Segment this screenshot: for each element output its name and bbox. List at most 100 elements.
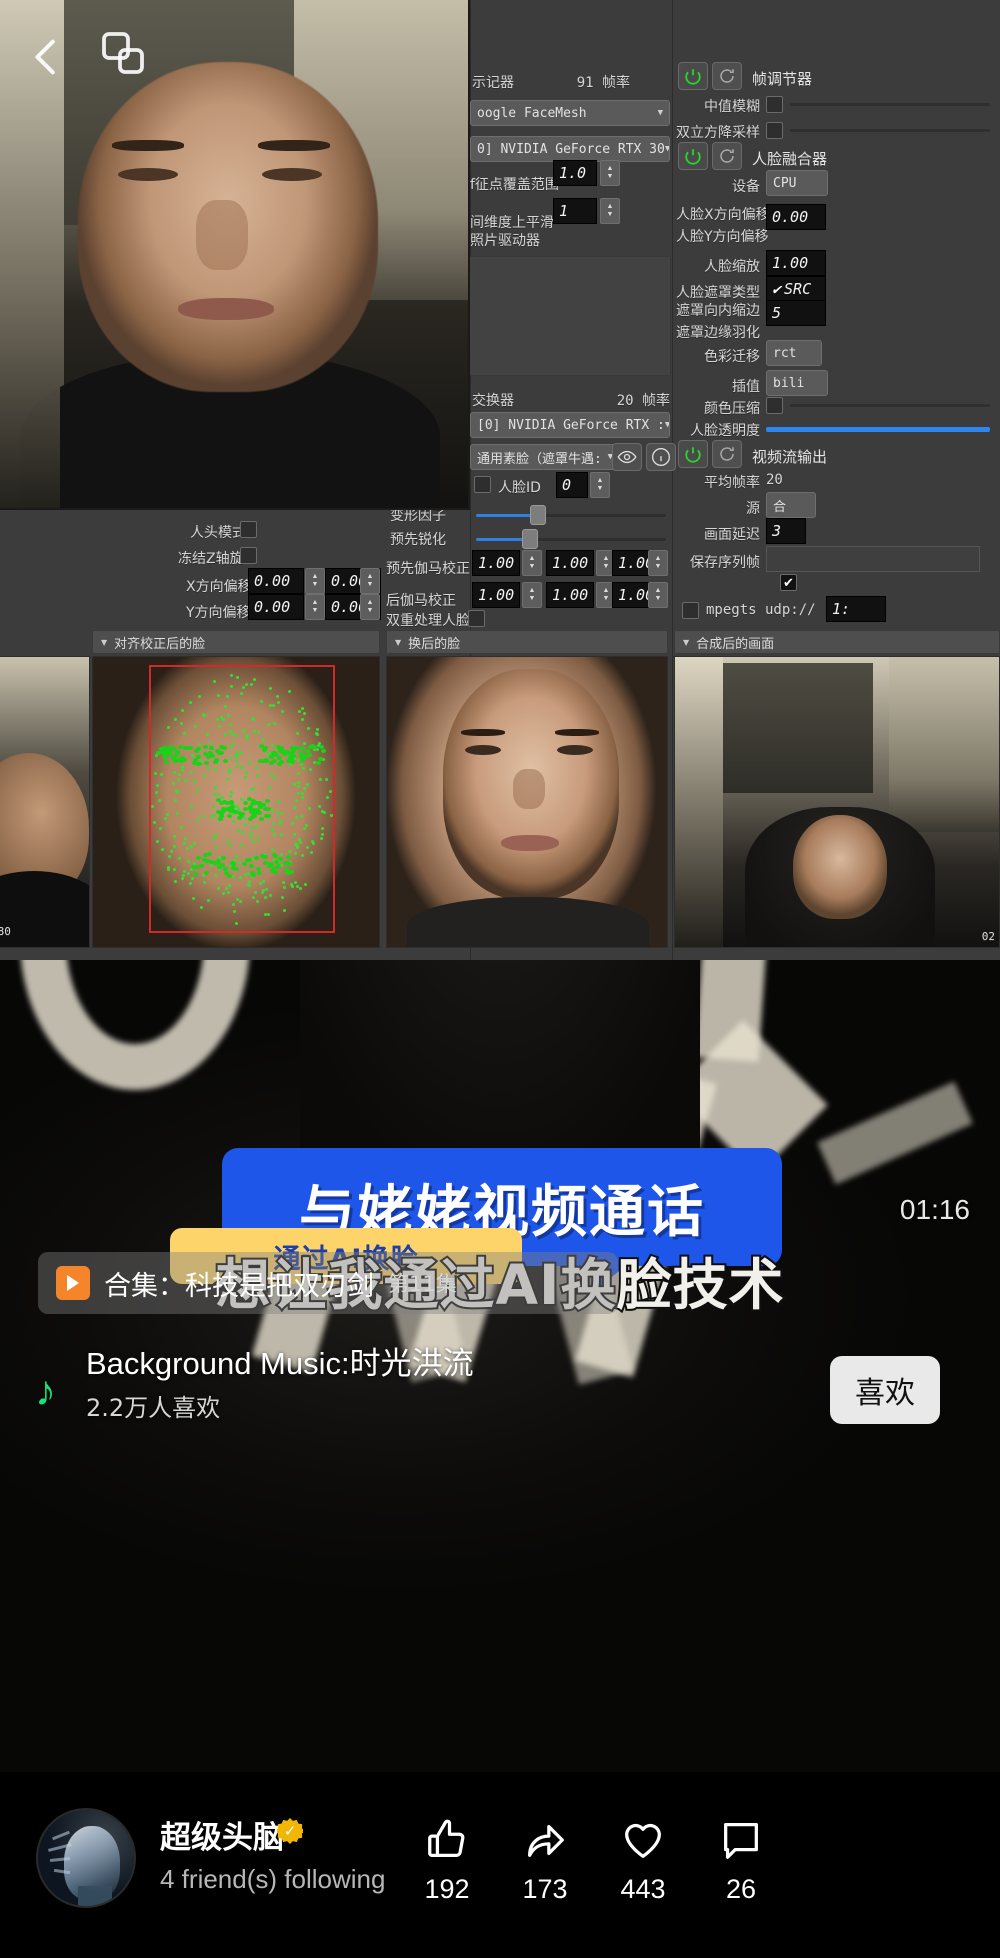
offset-y-value[interactable]: 0.00 <box>248 594 304 620</box>
face-x-offset-label: 人脸X方向偏移 <box>676 204 770 224</box>
source-combo[interactable]: 合 <box>766 492 816 518</box>
frame-adjuster-title: 帧调节器 <box>752 68 812 89</box>
face-opacity-slider[interactable] <box>766 427 990 432</box>
offset-y-spin-2[interactable]: ▲ ▼ <box>360 594 380 620</box>
eye-icon[interactable] <box>612 443 642 471</box>
mpegts-checkbox[interactable] <box>682 602 699 619</box>
music-info[interactable]: ♪ Background Music:时光洪流 2.2万人喜欢 <box>30 1332 970 1442</box>
morph-factor-knob[interactable] <box>530 505 546 525</box>
pre-gamma-g[interactable]: 1.00 <box>546 550 594 576</box>
pre-gamma-b-spin[interactable]: ▲ ▼ <box>648 550 668 576</box>
author-name[interactable]: 超级头脑 <box>160 1812 284 1857</box>
save-sequence-path[interactable] <box>766 546 980 572</box>
bicubic-label: 双立方降采样 <box>664 122 760 142</box>
favorite-count: 443 <box>588 1874 698 1905</box>
info-icon[interactable] <box>646 443 676 471</box>
swapper-device-combo[interactable]: [0] NVIDIA GeForce RTX : ▼ <box>470 412 670 438</box>
interpolation-combo[interactable]: bili <box>766 370 828 396</box>
color-compress-checkbox[interactable] <box>766 397 783 414</box>
like-action[interactable]: 192 <box>392 1812 502 1905</box>
post-gamma-label: 后伽马校正 <box>386 590 456 610</box>
aligned-face-preview[interactable] <box>92 656 380 948</box>
merger-device-combo[interactable]: CPU <box>766 170 828 196</box>
median-blur-slider[interactable] <box>790 103 990 106</box>
frame-adjuster-reset-icon[interactable] <box>712 62 742 90</box>
post-gamma-r[interactable]: 1.00 <box>472 582 520 608</box>
faceid-label: 人脸ID <box>498 477 541 497</box>
comment-action[interactable]: 26 <box>686 1812 796 1905</box>
avg-fps-value: 20 <box>766 472 783 488</box>
median-blur-label: 中值模糊 <box>676 96 760 116</box>
face-scale-value[interactable]: 1.00 <box>766 250 826 276</box>
offset-x-spin-2[interactable]: ▲ ▼ <box>360 568 380 594</box>
mask-type-value[interactable]: ✔ SRC <box>766 276 826 302</box>
color-transfer-label: 色彩迁移 <box>676 346 760 366</box>
face-merger-reset-icon[interactable] <box>712 142 742 170</box>
face-offset-value[interactable]: 0.00 <box>766 204 826 230</box>
save-sequence-checkbox[interactable]: ✔ <box>780 574 797 591</box>
delay-value[interactable]: 3 <box>766 518 806 544</box>
swapper-mask-combo[interactable]: 通用素脸（遮罩牛遇: ▼ <box>470 444 620 470</box>
swapped-face-panel-header[interactable]: ▼ 换后的脸 <box>386 630 668 654</box>
stream-output-reset-icon[interactable] <box>712 440 742 468</box>
video-stage[interactable]: 91 帧率 示记器 oogle FaceMesh ▼ 0] NVIDIA GeFo… <box>0 0 1000 1772</box>
mpegts-value[interactable]: 1: <box>826 596 886 622</box>
offset-x-value[interactable]: 0.00 <box>248 568 304 594</box>
stream-output-power-icon[interactable] <box>678 440 708 468</box>
music-likes: 2.2万人喜欢 <box>86 1388 220 1423</box>
music-note-icon: ♪ <box>35 1370 56 1412</box>
temporal-smooth-value[interactable]: 1 <box>553 198 597 224</box>
presharpen-label: 预先锐化 <box>390 529 446 549</box>
aligned-face-panel-header[interactable]: ▼ 对齐校正后的脸 <box>92 630 380 654</box>
bicubic-checkbox[interactable] <box>766 122 783 139</box>
collection-episode: 第11集 <box>388 1268 457 1298</box>
deepfacelive-window[interactable]: 91 帧率 示记器 oogle FaceMesh ▼ 0] NVIDIA GeFo… <box>0 0 1000 960</box>
save-sequence-label: 保存序列帧 <box>676 552 760 572</box>
post-gamma-g[interactable]: 1.00 <box>546 582 594 608</box>
offset-x-spin[interactable]: ▲ ▼ <box>305 568 325 594</box>
median-blur-checkbox[interactable] <box>766 96 783 113</box>
comment-icon <box>686 1812 796 1868</box>
color-transfer-combo[interactable]: rct <box>766 340 822 366</box>
offset-y-spin[interactable]: ▲ ▼ <box>305 594 325 620</box>
bicubic-slider[interactable] <box>790 129 990 132</box>
avatar[interactable] <box>36 1808 136 1908</box>
two-pass-checkbox[interactable] <box>468 610 485 627</box>
faceid-checkbox[interactable] <box>474 476 491 493</box>
frame-adjuster-power-icon[interactable] <box>678 62 708 90</box>
marker-device-combo[interactable]: 0] NVIDIA GeForce RTX 30 ▼ <box>470 136 670 162</box>
morph-factor-slider[interactable] <box>476 514 666 517</box>
coverage-spinner[interactable]: ▲ ▼ <box>600 160 620 186</box>
presharpen-knob[interactable] <box>522 529 538 549</box>
back-button[interactable] <box>24 30 70 89</box>
face-merger-power-icon[interactable] <box>678 142 708 170</box>
music-like-button[interactable]: 喜欢 <box>830 1356 940 1424</box>
faceid-spinner[interactable]: ▲ ▼ <box>590 472 610 498</box>
facemesh-model-combo[interactable]: oogle FaceMesh ▼ <box>470 100 670 126</box>
share-action[interactable]: 173 <box>490 1812 600 1905</box>
merged-frame-preview[interactable]: 02 <box>674 656 1000 948</box>
temporal-smooth-spinner[interactable]: ▲ ▼ <box>600 198 620 224</box>
video-timecode: 01:16 <box>900 1194 970 1226</box>
head-mode-label: 人头模式 <box>190 522 246 542</box>
webcam-pip-preview[interactable] <box>0 0 470 510</box>
faceid-value[interactable]: 0 <box>556 472 588 498</box>
pre-gamma-r-spin[interactable]: ▲ ▼ <box>522 550 542 576</box>
temporal-smooth-label: 间维度上平滑 <box>470 212 554 232</box>
mask-value[interactable]: 5 <box>766 300 826 326</box>
merged-frame-panel-header[interactable]: ▼ 合成后的画面 <box>674 630 1000 654</box>
collection-banner[interactable]: 合集：科技是把双刃剑 第11集 <box>38 1252 618 1314</box>
post-gamma-r-spin[interactable]: ▲ ▼ <box>522 582 542 608</box>
freeze-z-checkbox[interactable] <box>240 547 257 564</box>
preview-thumbnail-left[interactable]: 480 <box>0 656 90 948</box>
presharpen-slider[interactable] <box>476 538 666 541</box>
head-mode-checkbox[interactable] <box>240 521 257 538</box>
picture-in-picture-button[interactable] <box>98 28 150 85</box>
chevron-down-icon: ▼ <box>683 638 689 647</box>
color-compress-slider[interactable] <box>790 404 990 407</box>
favorite-action[interactable]: 443 <box>588 1812 698 1905</box>
coverage-value[interactable]: 1.0 <box>553 160 597 186</box>
post-gamma-b-spin[interactable]: ▲ ▼ <box>648 582 668 608</box>
swapped-face-preview[interactable] <box>386 656 668 948</box>
pre-gamma-r[interactable]: 1.00 <box>472 550 520 576</box>
